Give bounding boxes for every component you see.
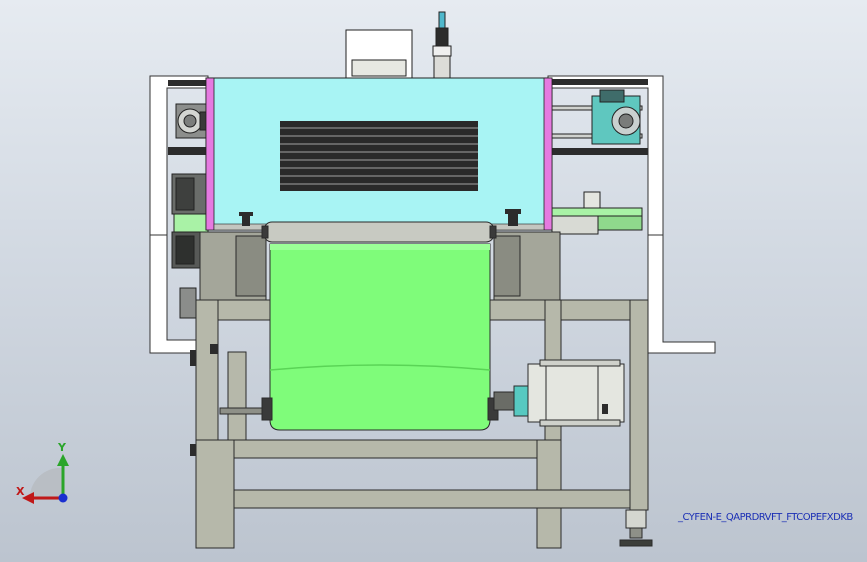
x-axis-label: X [16, 485, 25, 498]
z-axis-dot [58, 493, 68, 503]
y-axis-label: Y [58, 441, 66, 454]
configuration-name: _CYFEN-E_QAPRDRVFT_FTCOPEFXDKB [678, 512, 853, 523]
orientation-triad [22, 454, 69, 504]
cad-viewport[interactable]: Y X _CYFEN-E_QAPRDRVFT_FTCOPEFXDKB [0, 0, 867, 562]
triad-plane [29, 467, 62, 500]
